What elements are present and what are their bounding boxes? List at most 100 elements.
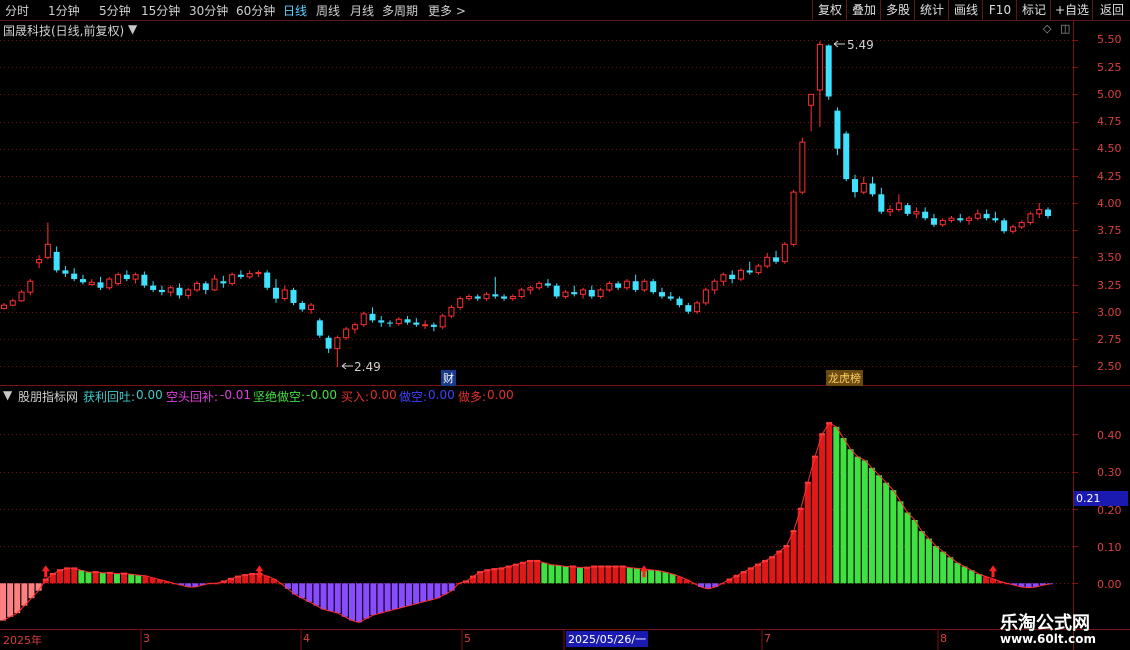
indicator-bar: [740, 572, 747, 584]
candle-body-down: [158, 289, 165, 293]
indicator-bar: [491, 569, 498, 584]
candle-body-up: [606, 282, 613, 291]
price-tick: 4.75: [1097, 115, 1122, 128]
date-label: 8: [940, 632, 947, 645]
indicator-bar: [0, 583, 6, 621]
candle-body-up: [106, 278, 113, 289]
indicator-bars: [0, 422, 1053, 623]
candle-body-down: [773, 257, 780, 262]
indicator-bar: [633, 568, 640, 584]
candle-body-up: [448, 306, 455, 317]
indicator-item-label: 买入:: [341, 390, 370, 404]
financial-report-marker[interactable]: 财: [441, 370, 456, 386]
candle-body-up: [720, 274, 727, 282]
candle-body-up: [18, 291, 25, 302]
candle-body-down: [71, 273, 78, 280]
chevron-down-icon[interactable]: ▼: [128, 22, 137, 36]
candle-body-up: [1018, 222, 1025, 228]
candle-body-down: [176, 287, 183, 296]
indicator-bar: [747, 568, 754, 584]
candle-body-up: [88, 281, 95, 285]
buy-arrow-icon: [41, 565, 50, 578]
indicator-bar: [78, 570, 85, 584]
indicator-bar: [71, 568, 78, 584]
indicator-bar: [527, 560, 534, 584]
indicator-tick: 0.20: [1097, 504, 1122, 517]
indicator-bar: [626, 567, 633, 584]
indicator-item-label: 空头回补:: [166, 390, 219, 404]
indicator-bar: [405, 583, 412, 606]
candle-body-down: [571, 292, 578, 295]
indicator-item-value: 0.00: [487, 388, 514, 402]
indicator-bar: [541, 562, 548, 584]
indicator-bar: [334, 583, 341, 614]
high-price-label: 5.49: [847, 38, 874, 52]
candle-body-up: [132, 274, 139, 280]
candle-body-up: [641, 280, 648, 291]
candle-body-down: [615, 283, 622, 288]
candle-body-up: [1036, 209, 1043, 215]
indicator-item-value: -0.01: [220, 388, 252, 402]
candle-body-up: [36, 259, 43, 264]
candle-body-down: [632, 281, 639, 290]
indicator-bar: [612, 566, 619, 584]
candle-body-up: [966, 217, 973, 221]
indicator-bar: [249, 573, 256, 584]
indicator-bar: [398, 583, 405, 608]
candle-body-up: [185, 289, 192, 296]
indicator-bar: [591, 566, 598, 584]
indicator-bar: [648, 569, 655, 584]
candle-body-down: [843, 133, 850, 180]
candle-body-up: [764, 256, 771, 267]
indicator-item-value: 0.00: [370, 388, 397, 402]
indicator-bar: [370, 583, 377, 615]
candle-body-down: [904, 205, 911, 214]
indicator-bar: [270, 578, 277, 584]
kline-chart[interactable]: 5.49 2.49: [0, 0, 1130, 650]
dragon-tiger-marker[interactable]: 龙虎榜: [826, 370, 863, 386]
candle-body-down: [430, 324, 437, 327]
indicator-bar: [975, 573, 982, 584]
indicator-bar: [662, 572, 669, 584]
candle-body-up: [27, 280, 34, 293]
indicator-item-value: 0.00: [136, 388, 163, 402]
date-label: 4: [303, 632, 310, 645]
candle-body-up: [711, 280, 718, 291]
indicator-chevron-down-icon[interactable]: ▼: [3, 388, 12, 402]
candle-body-up: [790, 191, 797, 245]
indicator-bar: [598, 566, 605, 584]
indicator-bar: [548, 564, 555, 584]
low-price-label: 2.49: [354, 360, 381, 374]
candles: [1, 41, 1051, 368]
indicator-bar: [413, 583, 420, 604]
candle-body-up: [439, 315, 446, 328]
candle-body-up: [422, 324, 429, 327]
candle-body-down: [983, 213, 990, 219]
indicator-bar: [427, 583, 434, 601]
candle-body-down: [553, 285, 560, 297]
candle-body-up: [527, 287, 534, 291]
indicator-bar: [341, 583, 348, 617]
price-tick: 3.25: [1097, 279, 1122, 292]
indicator-bar: [797, 508, 804, 584]
candle-body-up: [808, 93, 815, 106]
indicator-bar: [918, 531, 925, 584]
indicator-bar: [847, 449, 854, 584]
indicator-bar: [968, 570, 975, 584]
candle-body-down: [851, 179, 858, 193]
price-tick: 4.00: [1097, 197, 1122, 210]
stock-title: 国晟科技(日线,前复权): [3, 24, 125, 38]
candle-body-down: [378, 320, 385, 323]
candle-body-up: [211, 278, 218, 291]
indicator-bar: [320, 583, 327, 610]
diamond-icon[interactable]: ◇: [1043, 22, 1051, 35]
indicator-bar: [826, 423, 833, 584]
indicator-item-value: -0.00: [306, 388, 338, 402]
candle-body-down: [97, 282, 104, 288]
indicator-bar: [584, 567, 591, 584]
candle-body-down: [588, 289, 595, 297]
candle-body-down: [676, 298, 683, 306]
price-tick: 4.25: [1097, 170, 1122, 183]
window-toggle-icon[interactable]: ◫: [1060, 22, 1070, 35]
candle-body-down: [474, 296, 481, 299]
